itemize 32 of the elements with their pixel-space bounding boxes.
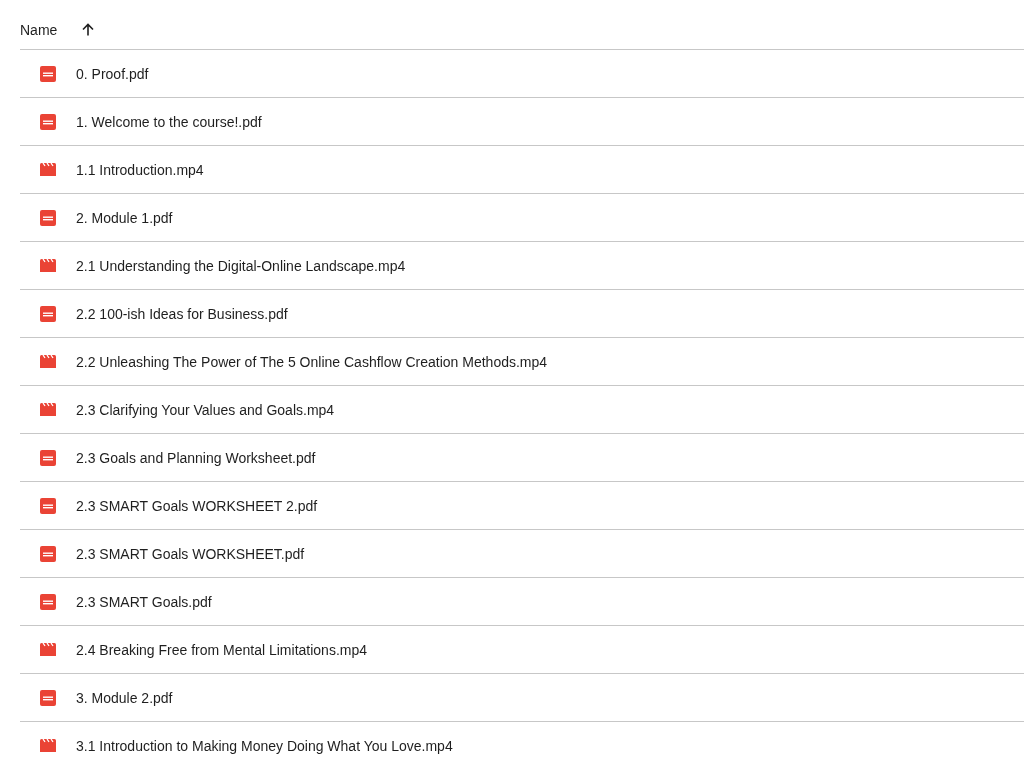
- file-name[interactable]: 1.1 Introduction.mp4: [76, 161, 204, 178]
- file-name[interactable]: 2.3 SMART Goals.pdf: [76, 593, 212, 610]
- clapperboard-icon: [40, 403, 56, 416]
- file-name[interactable]: 0. Proof.pdf: [76, 65, 149, 82]
- file-name[interactable]: 2.4 Breaking Free from Mental Limitations.mp4: [76, 641, 367, 658]
- file-name[interactable]: 2. Module 1.pdf: [76, 209, 173, 226]
- file-name[interactable]: 2.2 Unleashing The Power of The 5 Online Cashflow Creation Methods.mp4: [76, 353, 548, 370]
- clapperboard-icon: [40, 355, 56, 368]
- name-column-header[interactable]: Name: [20, 21, 58, 38]
- file-name[interactable]: 3. Module 2.pdf: [76, 689, 173, 706]
- clapperboard-icon: [40, 643, 56, 656]
- clapperboard-icon: [40, 259, 56, 272]
- file-name[interactable]: 2.3 SMART Goals WORKSHEET 2.pdf: [76, 497, 318, 514]
- file-name[interactable]: 2.1 Understanding the Digital-Online Landscape.mp4: [76, 257, 406, 274]
- document-icon: [40, 449, 56, 466]
- file-name[interactable]: 2.3 Goals and Planning Worksheet.pdf: [76, 449, 316, 466]
- document-icon: [40, 545, 56, 562]
- file-name[interactable]: 2.3 Clarifying Your Values and Goals.mp4: [76, 401, 335, 418]
- file-name[interactable]: 1. Welcome to the course!.pdf: [76, 113, 262, 130]
- document-icon: [40, 497, 56, 514]
- document-icon: [40, 689, 56, 706]
- document-icon: [40, 113, 56, 130]
- document-icon: [40, 65, 56, 82]
- document-icon: [40, 305, 56, 322]
- clapperboard-icon: [40, 163, 56, 176]
- file-name[interactable]: 2.2 100-ish Ideas for Business.pdf: [76, 305, 288, 322]
- clapperboard-icon: [40, 739, 56, 752]
- sort-up-arrow-icon[interactable]: [82, 23, 95, 36]
- file-name[interactable]: 2.3 SMART Goals WORKSHEET.pdf: [76, 545, 305, 562]
- file-name[interactable]: 3.1 Introduction to Making Money Doing What You Love.mp4: [76, 737, 453, 754]
- document-icon: [40, 593, 56, 610]
- document-icon: [40, 209, 56, 226]
